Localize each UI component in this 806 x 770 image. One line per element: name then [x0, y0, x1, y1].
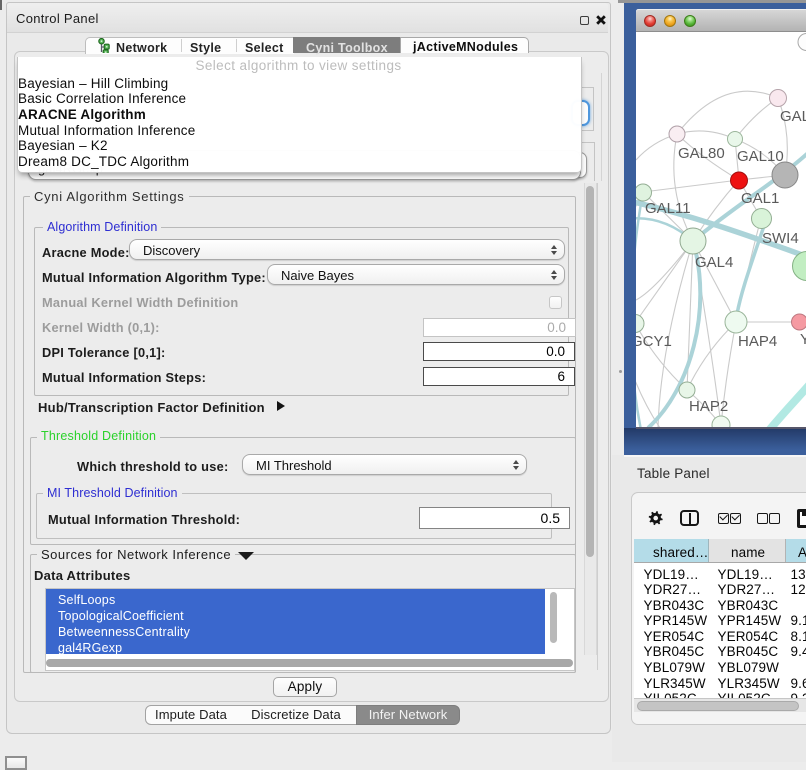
svg-text:HAP4: HAP4 — [738, 333, 777, 350]
svg-text:GAL1: GAL1 — [741, 190, 779, 207]
svg-text:SWI4: SWI4 — [762, 230, 799, 247]
svg-text:HAP2: HAP2 — [689, 398, 728, 415]
svg-text:GAL80: GAL80 — [678, 145, 725, 162]
svg-text:YD: YD — [800, 331, 806, 348]
svg-text:GCY1: GCY1 — [636, 333, 672, 350]
svg-text:GAL11: GAL11 — [645, 200, 691, 217]
svg-text:GAL10: GAL10 — [737, 148, 784, 165]
svg-text:GAL7: GAL7 — [780, 108, 806, 125]
svg-text:GAL4: GAL4 — [695, 254, 733, 271]
